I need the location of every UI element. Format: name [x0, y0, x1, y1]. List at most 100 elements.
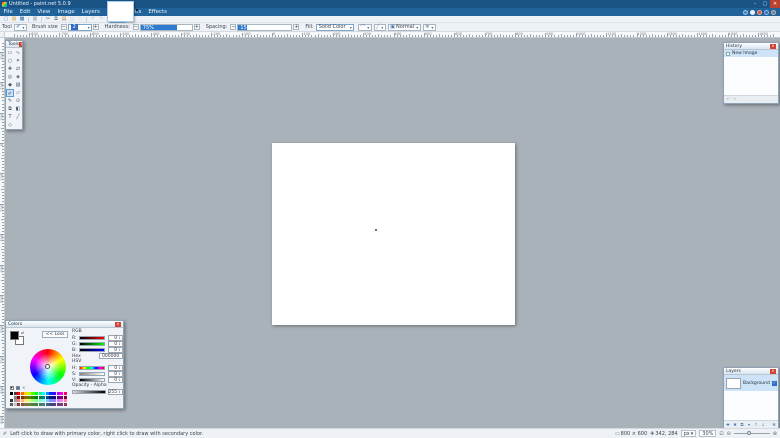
delete-layer-button[interactable]: ✖ — [732, 422, 738, 428]
opacity-value-spinner[interactable]: 255 ↕ — [108, 389, 123, 395]
hue-value-spinner[interactable]: 0 ↕ — [108, 365, 123, 371]
red-value-spinner[interactable]: 0 ↕ — [108, 335, 123, 341]
colors-panel-titlebar[interactable]: Colors ✕ — [6, 321, 123, 328]
save-button[interactable]: ▩ — [18, 16, 26, 23]
pan-tool[interactable]: ◈ — [14, 73, 22, 81]
gradient-tool[interactable]: ▨ — [14, 81, 22, 89]
value-slider[interactable] — [79, 378, 105, 382]
line-curve-tool[interactable]: ╱ — [14, 113, 22, 121]
spacing-increase-button[interactable]: + — [293, 24, 300, 30]
paintbrush-tool[interactable]: ✐ — [6, 89, 14, 97]
saturation-value-spinner[interactable]: 0 ↕ — [108, 371, 123, 377]
primary-color-swatch[interactable] — [10, 331, 19, 340]
hue-slider[interactable] — [79, 366, 105, 370]
tools-panel-titlebar[interactable]: Tools ✕ — [6, 41, 22, 48]
maximize-button[interactable]: ▢ — [760, 0, 770, 8]
layers-panel-toggle-icon[interactable] — [764, 9, 769, 15]
hardness-slider[interactable]: 75% — [139, 23, 193, 31]
lasso-select-tool[interactable]: ∿ — [14, 49, 22, 57]
spacing-decrease-button[interactable]: − — [230, 24, 237, 30]
close-icon[interactable]: ✕ — [19, 41, 22, 47]
close-icon[interactable]: ✕ — [115, 321, 121, 327]
text-tool[interactable]: T — [6, 113, 14, 121]
zoom-slider-thumb[interactable] — [746, 431, 751, 435]
brush-size-increase-button[interactable]: + — [92, 24, 99, 30]
active-tool-dropdown[interactable]: ✐ ▾ — [13, 23, 27, 31]
cut-button[interactable]: ✂ — [44, 16, 52, 23]
swap-colors-icon[interactable]: ⇄ — [21, 330, 24, 335]
magic-wand-tool[interactable]: ✶ — [14, 57, 22, 65]
fill-style-dropdown[interactable]: Solid Color ▾ — [315, 23, 354, 31]
close-button[interactable]: ✕ — [770, 0, 780, 8]
green-slider[interactable] — [79, 342, 105, 346]
move-selected-pixels-tool[interactable]: ✚ — [6, 65, 14, 73]
color-wheel[interactable] — [30, 349, 66, 385]
rectangle-select-tool[interactable]: ▭ — [6, 49, 14, 57]
saturation-slider[interactable] — [79, 372, 105, 376]
history-item[interactable]: New Image — [724, 50, 778, 57]
shapes-tool[interactable]: ◇ — [6, 121, 14, 129]
move-layer-up-button[interactable]: ↑ — [753, 422, 759, 428]
move-layer-down-button[interactable]: ↓ — [760, 422, 766, 428]
zoom-out-icon[interactable]: ⊖ — [727, 431, 731, 437]
close-icon[interactable]: ✕ — [770, 368, 776, 374]
clone-stamp-tool[interactable]: ⧉ — [6, 105, 14, 113]
blue-slider[interactable] — [79, 348, 105, 352]
recolor-tool[interactable]: ◧ — [14, 105, 22, 113]
units-dropdown[interactable]: px ▾ — [680, 430, 697, 437]
history-panel-titlebar[interactable]: History ✕ — [724, 43, 778, 50]
colors-panel-toggle-icon[interactable] — [757, 9, 762, 15]
remove-color-icon[interactable]: ✕ — [22, 386, 25, 390]
spacing-slider[interactable]: 15% — [237, 23, 293, 31]
palette-menu-icon[interactable] — [16, 386, 20, 390]
settings-icon[interactable] — [771, 9, 776, 15]
pixel-sampling-dropdown[interactable]: ╱ ▾ — [373, 23, 386, 31]
minimize-button[interactable]: – — [750, 0, 760, 8]
opacity-slider[interactable] — [72, 390, 106, 394]
new-button[interactable]: ▢ — [2, 16, 10, 23]
green-value-spinner[interactable]: 0 ↕ — [108, 341, 123, 347]
pencil-tool[interactable]: ✎ — [6, 97, 14, 105]
antialiasing-dropdown[interactable]: ⌒ ▾ — [357, 23, 372, 31]
undo-icon[interactable]: ↶ — [726, 97, 730, 103]
zoom-level-box[interactable]: 30% — [699, 430, 717, 437]
brush-size-decrease-button[interactable]: − — [60, 24, 67, 30]
hex-input[interactable]: 000000 — [99, 353, 123, 359]
red-slider[interactable] — [79, 336, 105, 340]
close-icon[interactable]: ✕ — [770, 43, 776, 49]
open-button[interactable]: ▧ — [10, 16, 18, 23]
redo-icon[interactable]: ↷ — [732, 97, 736, 103]
add-layer-button[interactable]: ✚ — [725, 422, 731, 428]
copy-button[interactable]: ⧉ — [52, 16, 60, 23]
color-picker-tool[interactable]: ⊙ — [14, 97, 22, 105]
duplicate-layer-button[interactable]: ⧉ — [739, 422, 745, 428]
tools-panel-toggle-icon[interactable] — [743, 9, 748, 15]
layer-properties-button[interactable]: ✻ — [771, 422, 777, 428]
brush-settings-dropdown[interactable]: ✻ ▾ — [422, 23, 436, 31]
hardness-decrease-button[interactable]: − — [132, 24, 139, 30]
less-button[interactable]: << Less — [42, 331, 68, 338]
print-button[interactable]: ▥ — [31, 16, 39, 23]
zoom-tool[interactable]: ◎ — [6, 73, 14, 81]
zoom-to-fit-icon[interactable]: ⊡ — [719, 431, 723, 437]
blue-value-spinner[interactable]: 0 ↕ — [108, 347, 123, 353]
move-selection-tool[interactable]: ⇄ — [14, 65, 22, 73]
layers-panel-titlebar[interactable]: Layers ✕ — [724, 368, 778, 375]
value-value-spinner[interactable]: 0 ↕ — [108, 377, 123, 383]
brush-size-combo[interactable]: 2 ▾ — [67, 23, 92, 31]
merge-layer-down-button[interactable]: ▾ — [746, 422, 752, 428]
layer-visibility-checkbox[interactable]: ✓ — [771, 380, 777, 386]
default-colors-icon[interactable] — [10, 386, 14, 390]
blend-mode-dropdown[interactable]: ▣ Normal ▾ — [387, 23, 421, 31]
history-panel-toggle-icon[interactable] — [750, 9, 755, 15]
layer-row[interactable]: Background ✓ — [724, 375, 778, 391]
zoom-in-icon[interactable]: ⊕ — [773, 431, 777, 437]
menu-effects[interactable]: Effects — [145, 8, 171, 16]
ellipse-select-tool[interactable]: ○ — [6, 57, 14, 65]
zoom-slider[interactable] — [733, 430, 770, 437]
canvas[interactable] — [272, 143, 515, 325]
palette-swatch-63[interactable] — [63, 402, 67, 406]
hardness-increase-button[interactable]: + — [193, 24, 200, 30]
color-wheel-cursor[interactable] — [45, 364, 50, 369]
paste-button[interactable]: ▤ — [60, 16, 68, 23]
